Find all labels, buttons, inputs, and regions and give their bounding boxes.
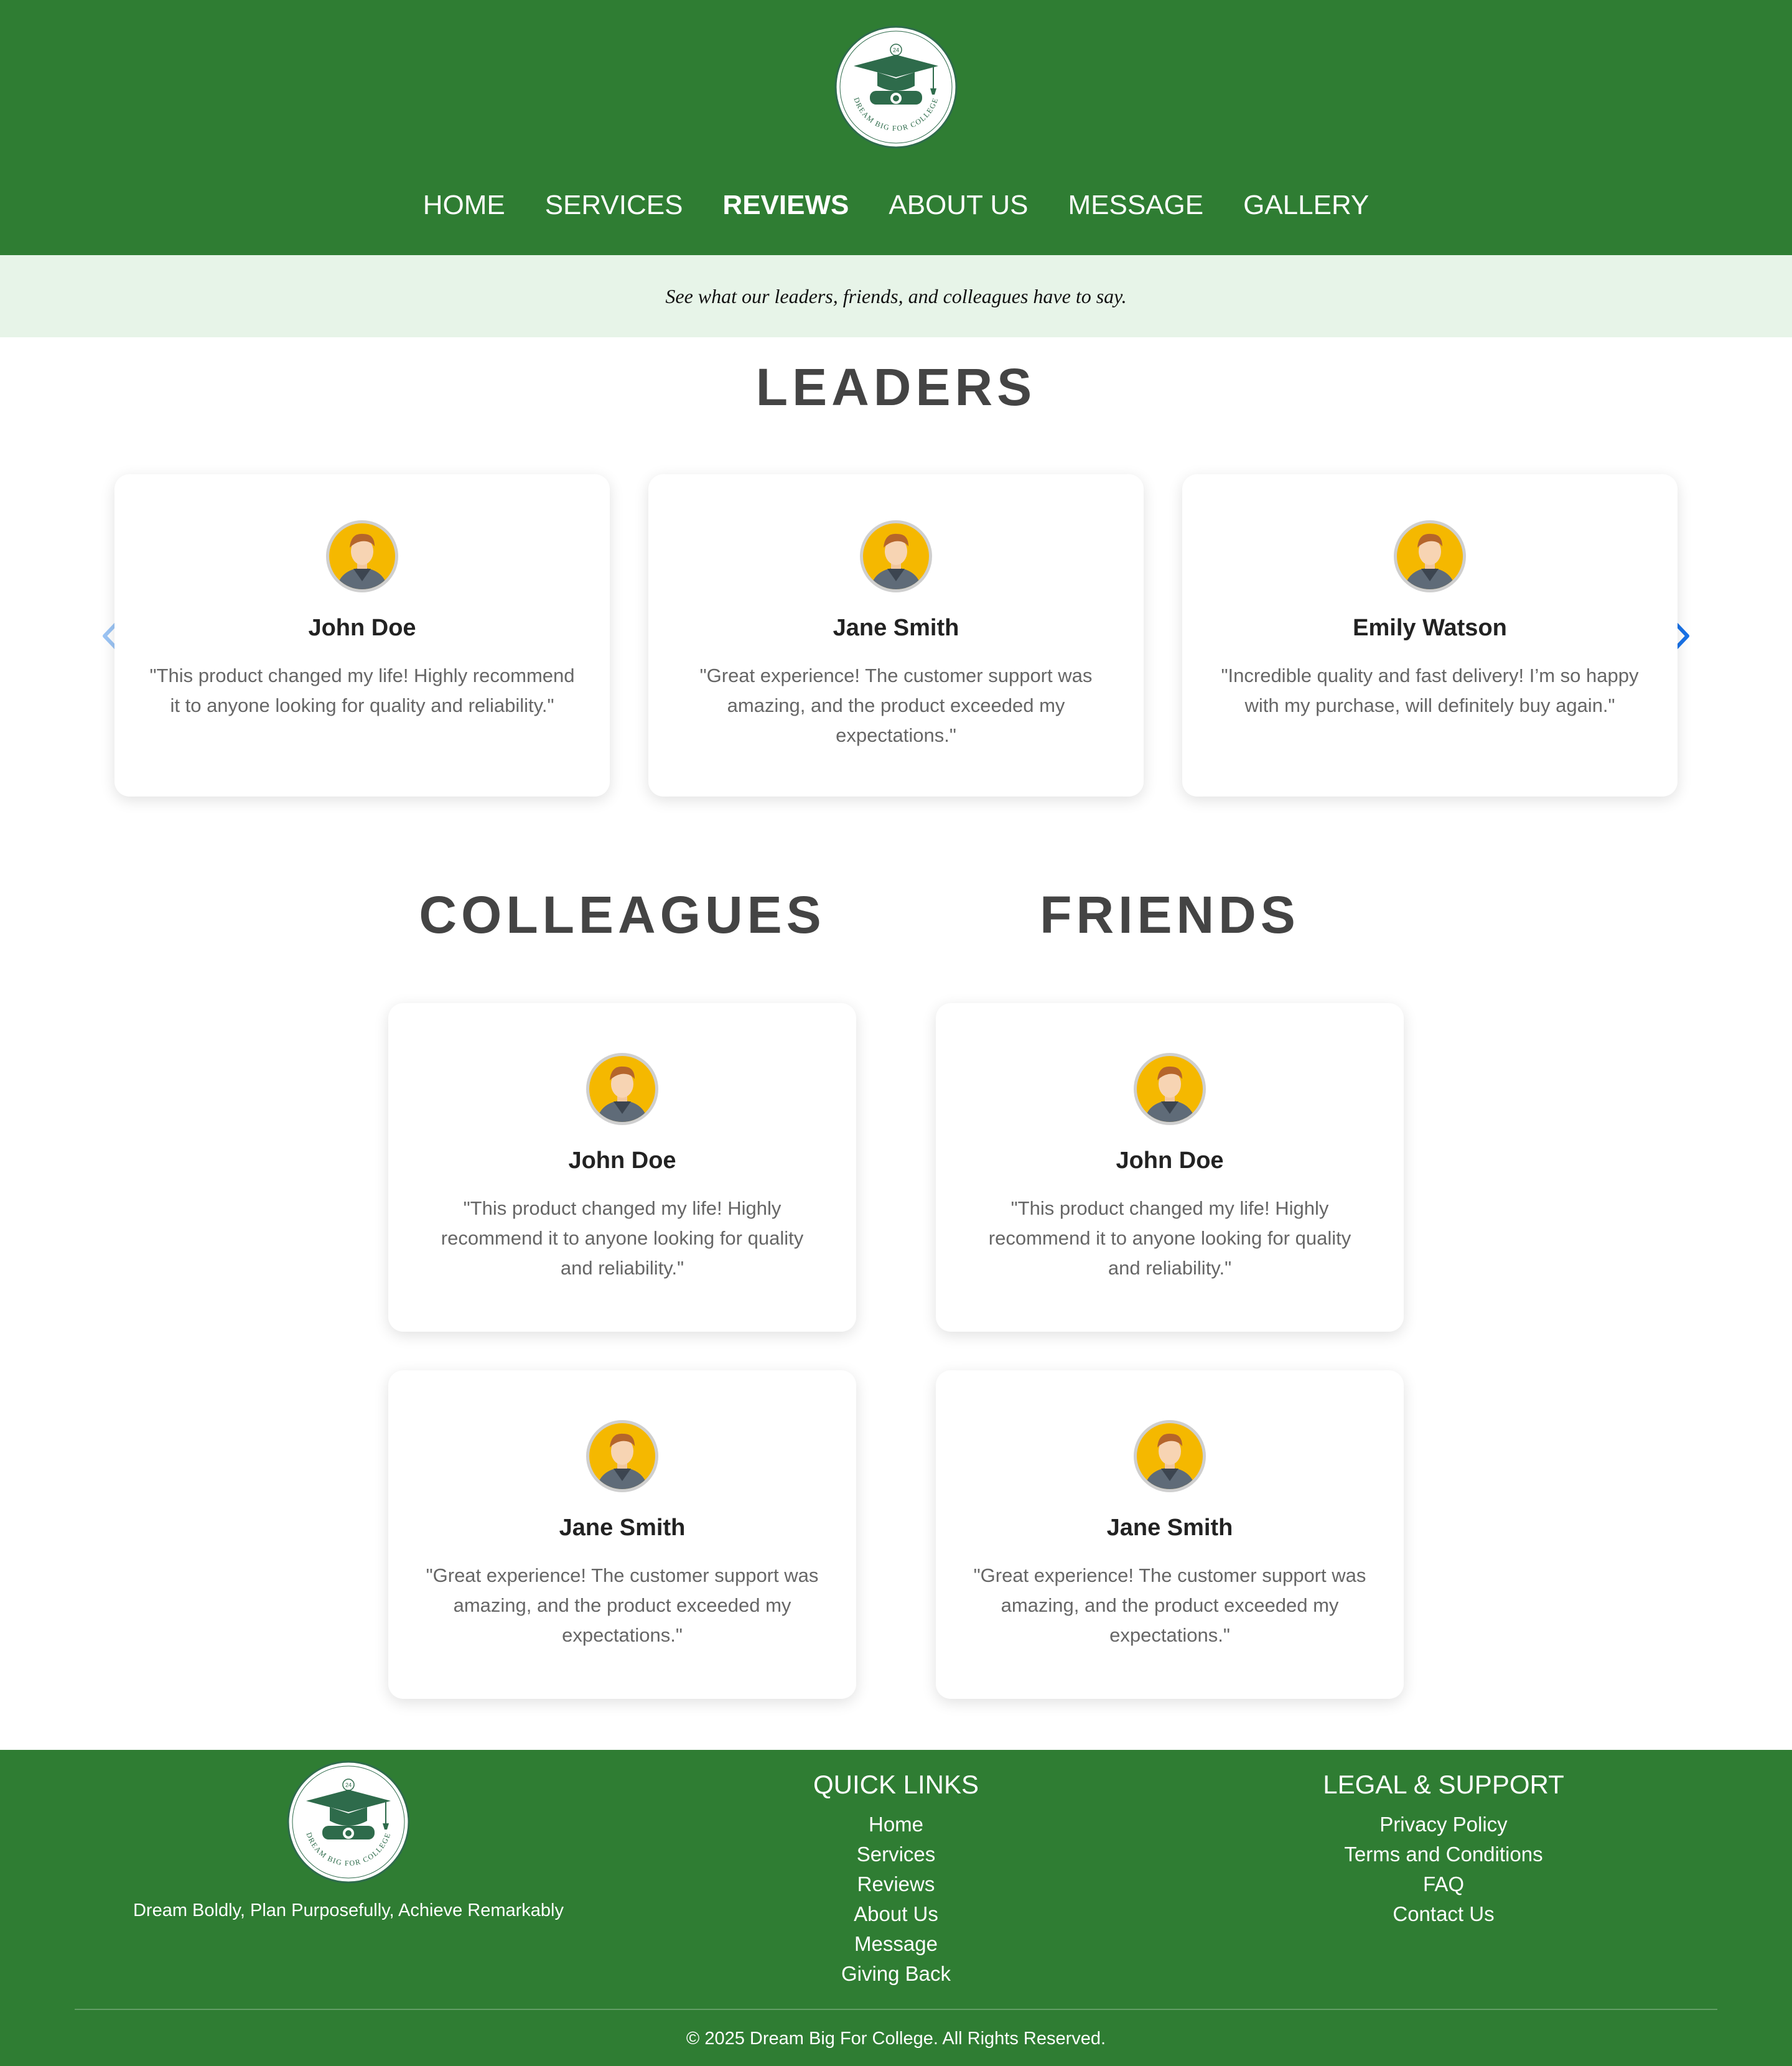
intro-banner: See what our leaders, friends, and colle… bbox=[0, 255, 1792, 337]
friends-title: FRIENDS bbox=[1040, 886, 1300, 944]
review-quote: "Incredible quality and fast delivery! I… bbox=[1221, 665, 1639, 716]
main-nav: HOME SERVICES REVIEWS ABOUT US MESSAGE G… bbox=[0, 180, 1792, 230]
leader-card: John Doe "This product changed my life! … bbox=[114, 474, 610, 797]
reviewer-name: John Doe bbox=[308, 615, 416, 641]
reviewer-name: John Doe bbox=[568, 1148, 676, 1174]
footer-link-terms[interactable]: Terms and Conditions bbox=[1257, 1839, 1630, 1869]
reviewer-name: Emily Watson bbox=[1353, 615, 1507, 641]
leader-card: Emily Watson "Incredible quality and fas… bbox=[1182, 474, 1678, 797]
review-quote: "Great experience! The customer support … bbox=[426, 1564, 819, 1646]
review-quote: "This product changed my life! Highly re… bbox=[149, 665, 575, 716]
friend-card: Jane Smith "Great experience! The custom… bbox=[936, 1370, 1404, 1699]
copyright-text: © 2025 Dream Big For College. All Rights… bbox=[686, 2029, 1106, 2049]
footer-link-reviews[interactable]: Reviews bbox=[772, 1869, 1020, 1899]
footer-link-faq[interactable]: FAQ bbox=[1257, 1869, 1630, 1899]
footer-link-giving-back[interactable]: Giving Back bbox=[772, 1959, 1020, 1989]
reviewer-name: John Doe bbox=[1116, 1148, 1224, 1174]
colleague-card: John Doe "This product changed my life! … bbox=[388, 1003, 856, 1332]
colleagues-title: COLLEAGUES bbox=[419, 886, 826, 944]
review-quote: "Great experience! The customer support … bbox=[973, 1564, 1366, 1646]
footer-divider bbox=[75, 2009, 1717, 2010]
footer-link-message[interactable]: Message bbox=[772, 1929, 1020, 1959]
colleague-card: Jane Smith "Great experience! The custom… bbox=[388, 1370, 856, 1699]
leaders-title: LEADERS bbox=[755, 358, 1037, 416]
footer-link-privacy-policy[interactable]: Privacy Policy bbox=[1257, 1810, 1630, 1839]
quick-links-column: QUICK LINKS Home Services Reviews About … bbox=[772, 1767, 1020, 1989]
nav-reviews[interactable]: REVIEWS bbox=[722, 180, 849, 230]
leader-card: Jane Smith "Great experience! The custom… bbox=[648, 474, 1144, 797]
review-quote: "Great experience! The customer support … bbox=[699, 665, 1093, 746]
avatar bbox=[1393, 519, 1467, 594]
nav-home[interactable]: HOME bbox=[423, 180, 505, 230]
quick-links-heading: QUICK LINKS bbox=[813, 1770, 979, 1799]
footer-link-contact-us[interactable]: Contact Us bbox=[1257, 1899, 1630, 1929]
banner-text: See what our leaders, friends, and colle… bbox=[665, 284, 1127, 307]
reviewer-name: Jane Smith bbox=[833, 615, 959, 641]
nav-gallery[interactable]: GALLERY bbox=[1243, 180, 1369, 230]
review-quote: "This product changed my life! Highly re… bbox=[441, 1197, 804, 1279]
footer-link-services[interactable]: Services bbox=[772, 1839, 1020, 1869]
dream-big-logo[interactable] bbox=[834, 25, 958, 149]
site-footer: Dream Boldly, Plan Purposefully, Achieve… bbox=[0, 1750, 1792, 2066]
friend-card: John Doe "This product changed my life! … bbox=[936, 1003, 1404, 1332]
reviewer-name: Jane Smith bbox=[1106, 1515, 1233, 1541]
avatar bbox=[859, 519, 933, 594]
avatar bbox=[1132, 1052, 1207, 1126]
legal-support-column: LEGAL & SUPPORT Privacy Policy Terms and… bbox=[1257, 1767, 1630, 1929]
footer-link-home[interactable]: Home bbox=[772, 1810, 1020, 1839]
avatar bbox=[1132, 1419, 1207, 1493]
footer-link-about-us[interactable]: About Us bbox=[772, 1899, 1020, 1929]
avatar bbox=[585, 1052, 660, 1126]
avatar bbox=[585, 1419, 660, 1493]
footer-logo[interactable] bbox=[286, 1760, 411, 1884]
review-quote: "This product changed my life! Highly re… bbox=[988, 1197, 1351, 1279]
nav-message[interactable]: MESSAGE bbox=[1068, 180, 1203, 230]
nav-about-us[interactable]: ABOUT US bbox=[889, 180, 1028, 230]
avatar bbox=[325, 519, 399, 594]
reviewer-name: Jane Smith bbox=[559, 1515, 686, 1541]
nav-services[interactable]: SERVICES bbox=[545, 180, 683, 230]
legal-support-heading: LEGAL & SUPPORT bbox=[1323, 1770, 1564, 1799]
site-header: HOME SERVICES REVIEWS ABOUT US MESSAGE G… bbox=[0, 0, 1792, 255]
footer-tagline: Dream Boldly, Plan Purposefully, Achieve… bbox=[133, 1900, 564, 1920]
